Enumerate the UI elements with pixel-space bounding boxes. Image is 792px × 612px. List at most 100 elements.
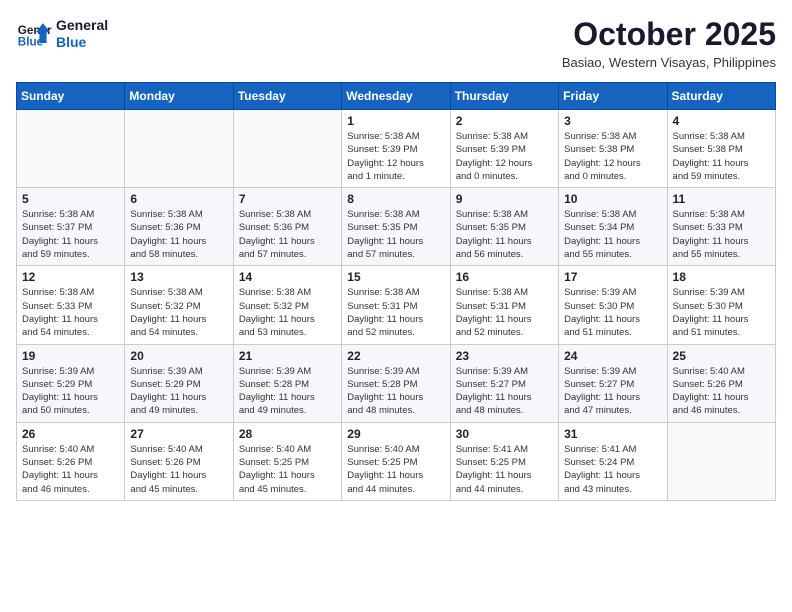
day-number: 24 (564, 349, 661, 363)
day-number: 14 (239, 270, 336, 284)
day-detail: Sunrise: 5:40 AM Sunset: 5:25 PM Dayligh… (347, 443, 444, 496)
day-number: 16 (456, 270, 553, 284)
day-number: 17 (564, 270, 661, 284)
day-detail: Sunrise: 5:39 AM Sunset: 5:30 PM Dayligh… (564, 286, 661, 339)
empty-cell (233, 110, 341, 188)
day-cell-1: 1 Sunrise: 5:38 AM Sunset: 5:39 PM Daylig… (342, 110, 450, 188)
day-number: 5 (22, 192, 119, 206)
day-number: 12 (22, 270, 119, 284)
day-detail: Sunrise: 5:41 AM Sunset: 5:24 PM Dayligh… (564, 443, 661, 496)
week-row-3: 12 Sunrise: 5:38 AM Sunset: 5:33 PM Dayli… (17, 266, 776, 344)
day-cell-28: 28Sunrise: 5:40 AM Sunset: 5:25 PM Dayli… (233, 422, 341, 500)
weekday-header-friday: Friday (559, 83, 667, 110)
day-detail: Sunrise: 5:38 AM Sunset: 5:39 PM Dayligh… (347, 130, 444, 183)
day-cell-15: 15 Sunrise: 5:38 AM Sunset: 5:31 PM Dayli… (342, 266, 450, 344)
day-cell-16: 16 Sunrise: 5:38 AM Sunset: 5:31 PM Dayli… (450, 266, 558, 344)
month-title: October 2025 (562, 16, 776, 53)
day-detail: Sunrise: 5:38 AM Sunset: 5:39 PM Dayligh… (456, 130, 553, 183)
day-cell-5: 5 Sunrise: 5:38 AM Sunset: 5:37 PM Daylig… (17, 188, 125, 266)
day-detail: Sunrise: 5:40 AM Sunset: 5:26 PM Dayligh… (22, 443, 119, 496)
day-number: 23 (456, 349, 553, 363)
week-row-1: 1 Sunrise: 5:38 AM Sunset: 5:39 PM Daylig… (17, 110, 776, 188)
day-cell-10: 10 Sunrise: 5:38 AM Sunset: 5:34 PM Dayli… (559, 188, 667, 266)
day-number: 27 (130, 427, 227, 441)
logo-icon: General Blue (16, 16, 52, 52)
day-cell-26: 26 Sunrise: 5:40 AM Sunset: 5:26 PM Dayli… (17, 422, 125, 500)
day-detail: Sunrise: 5:40 AM Sunset: 5:26 PM Dayligh… (130, 443, 227, 496)
empty-cell (667, 422, 775, 500)
weekday-header-monday: Monday (125, 83, 233, 110)
day-number: 15 (347, 270, 444, 284)
day-detail: Sunrise: 5:39 AM Sunset: 5:27 PM Dayligh… (564, 365, 661, 418)
weekday-header-thursday: Thursday (450, 83, 558, 110)
day-cell-18: 18Sunrise: 5:39 AM Sunset: 5:30 PM Dayli… (667, 266, 775, 344)
day-detail: Sunrise: 5:40 AM Sunset: 5:25 PM Dayligh… (239, 443, 336, 496)
week-row-5: 26 Sunrise: 5:40 AM Sunset: 5:26 PM Dayli… (17, 422, 776, 500)
logo-text: General Blue (56, 17, 108, 51)
day-number: 31 (564, 427, 661, 441)
calendar-table: SundayMondayTuesdayWednesdayThursdayFrid… (16, 82, 776, 501)
day-number: 3 (564, 114, 661, 128)
day-cell-8: 8 Sunrise: 5:38 AM Sunset: 5:35 PM Daylig… (342, 188, 450, 266)
weekday-header-saturday: Saturday (667, 83, 775, 110)
week-row-4: 19 Sunrise: 5:39 AM Sunset: 5:29 PM Dayli… (17, 344, 776, 422)
day-detail: Sunrise: 5:38 AM Sunset: 5:36 PM Dayligh… (239, 208, 336, 261)
day-cell-30: 30 Sunrise: 5:41 AM Sunset: 5:25 PM Dayli… (450, 422, 558, 500)
day-cell-19: 19 Sunrise: 5:39 AM Sunset: 5:29 PM Dayli… (17, 344, 125, 422)
day-detail: Sunrise: 5:38 AM Sunset: 5:31 PM Dayligh… (456, 286, 553, 339)
day-cell-9: 9Sunrise: 5:38 AM Sunset: 5:35 PM Daylig… (450, 188, 558, 266)
day-detail: Sunrise: 5:38 AM Sunset: 5:34 PM Dayligh… (564, 208, 661, 261)
day-cell-20: 20 Sunrise: 5:39 AM Sunset: 5:29 PM Dayli… (125, 344, 233, 422)
day-number: 26 (22, 427, 119, 441)
day-detail: Sunrise: 5:38 AM Sunset: 5:35 PM Dayligh… (456, 208, 553, 261)
day-number: 19 (22, 349, 119, 363)
day-detail: Sunrise: 5:38 AM Sunset: 5:32 PM Dayligh… (239, 286, 336, 339)
day-number: 1 (347, 114, 444, 128)
day-detail: Sunrise: 5:38 AM Sunset: 5:35 PM Dayligh… (347, 208, 444, 261)
day-number: 7 (239, 192, 336, 206)
day-detail: Sunrise: 5:39 AM Sunset: 5:29 PM Dayligh… (22, 365, 119, 418)
day-cell-17: 17 Sunrise: 5:39 AM Sunset: 5:30 PM Dayli… (559, 266, 667, 344)
day-cell-24: 24 Sunrise: 5:39 AM Sunset: 5:27 PM Dayli… (559, 344, 667, 422)
day-cell-2: 2Sunrise: 5:38 AM Sunset: 5:39 PM Daylig… (450, 110, 558, 188)
day-detail: Sunrise: 5:38 AM Sunset: 5:38 PM Dayligh… (564, 130, 661, 183)
day-number: 13 (130, 270, 227, 284)
day-number: 25 (673, 349, 770, 363)
day-detail: Sunrise: 5:38 AM Sunset: 5:31 PM Dayligh… (347, 286, 444, 339)
day-cell-29: 29Sunrise: 5:40 AM Sunset: 5:25 PM Dayli… (342, 422, 450, 500)
day-number: 11 (673, 192, 770, 206)
day-cell-4: 4Sunrise: 5:38 AM Sunset: 5:38 PM Daylig… (667, 110, 775, 188)
day-detail: Sunrise: 5:38 AM Sunset: 5:36 PM Dayligh… (130, 208, 227, 261)
day-detail: Sunrise: 5:39 AM Sunset: 5:29 PM Dayligh… (130, 365, 227, 418)
day-detail: Sunrise: 5:39 AM Sunset: 5:28 PM Dayligh… (239, 365, 336, 418)
weekday-header-wednesday: Wednesday (342, 83, 450, 110)
page-header: General Blue General Blue October 2025 B… (16, 16, 776, 70)
week-row-2: 5 Sunrise: 5:38 AM Sunset: 5:37 PM Daylig… (17, 188, 776, 266)
empty-cell (125, 110, 233, 188)
day-detail: Sunrise: 5:40 AM Sunset: 5:26 PM Dayligh… (673, 365, 770, 418)
day-cell-12: 12 Sunrise: 5:38 AM Sunset: 5:33 PM Dayli… (17, 266, 125, 344)
day-number: 22 (347, 349, 444, 363)
location-subtitle: Basiao, Western Visayas, Philippines (562, 55, 776, 70)
day-number: 4 (673, 114, 770, 128)
day-detail: Sunrise: 5:39 AM Sunset: 5:30 PM Dayligh… (673, 286, 770, 339)
day-cell-23: 23 Sunrise: 5:39 AM Sunset: 5:27 PM Dayli… (450, 344, 558, 422)
day-cell-7: 7 Sunrise: 5:38 AM Sunset: 5:36 PM Daylig… (233, 188, 341, 266)
day-number: 8 (347, 192, 444, 206)
day-number: 20 (130, 349, 227, 363)
day-detail: Sunrise: 5:39 AM Sunset: 5:27 PM Dayligh… (456, 365, 553, 418)
weekday-header-sunday: Sunday (17, 83, 125, 110)
day-detail: Sunrise: 5:41 AM Sunset: 5:25 PM Dayligh… (456, 443, 553, 496)
day-cell-13: 13 Sunrise: 5:38 AM Sunset: 5:32 PM Dayli… (125, 266, 233, 344)
day-cell-6: 6Sunrise: 5:38 AM Sunset: 5:36 PM Daylig… (125, 188, 233, 266)
day-detail: Sunrise: 5:38 AM Sunset: 5:33 PM Dayligh… (22, 286, 119, 339)
weekday-header-row: SundayMondayTuesdayWednesdayThursdayFrid… (17, 83, 776, 110)
day-detail: Sunrise: 5:38 AM Sunset: 5:32 PM Dayligh… (130, 286, 227, 339)
day-detail: Sunrise: 5:38 AM Sunset: 5:37 PM Dayligh… (22, 208, 119, 261)
empty-cell (17, 110, 125, 188)
day-number: 21 (239, 349, 336, 363)
day-detail: Sunrise: 5:38 AM Sunset: 5:33 PM Dayligh… (673, 208, 770, 261)
day-cell-27: 27 Sunrise: 5:40 AM Sunset: 5:26 PM Dayli… (125, 422, 233, 500)
day-number: 10 (564, 192, 661, 206)
day-number: 30 (456, 427, 553, 441)
